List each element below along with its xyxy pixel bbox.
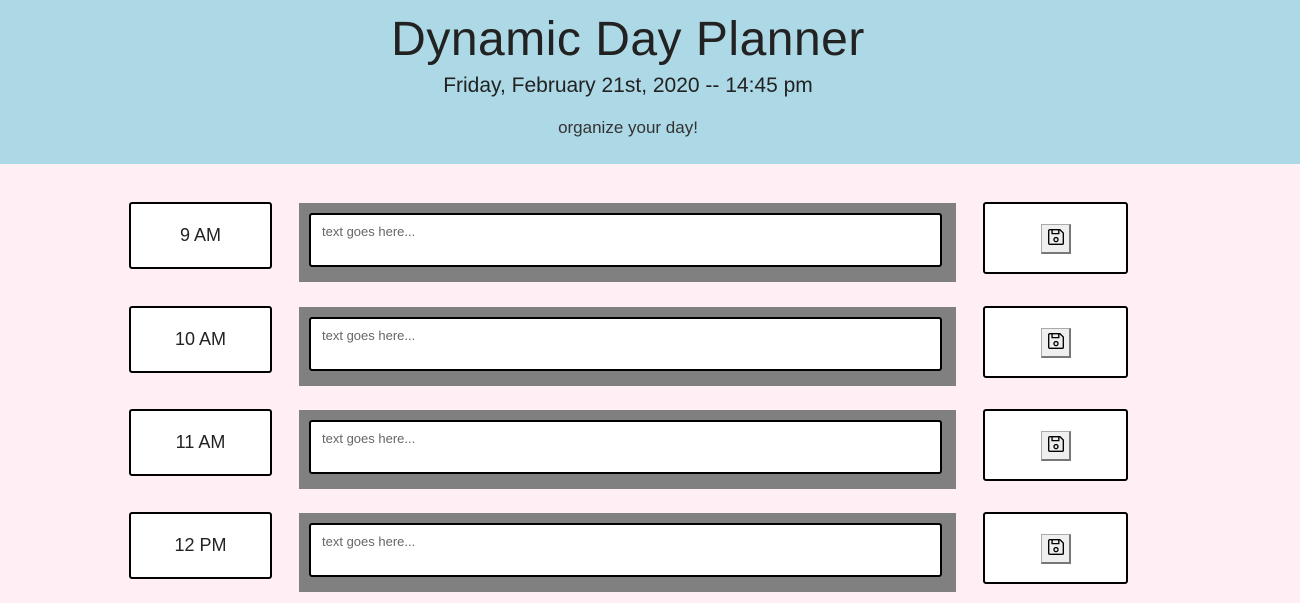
save-container [983,512,1128,584]
time-block-past [299,513,956,592]
floppy-disk-icon [1047,538,1065,559]
floppy-disk-icon [1047,332,1065,353]
time-block-row: 9 AM [0,202,1300,282]
event-textarea[interactable] [309,317,942,371]
save-container [983,409,1128,481]
header-jumbotron: Dynamic Day Planner Friday, February 21s… [0,0,1300,164]
time-block-past [299,203,956,282]
page-lead: organize your day! [558,118,698,137]
save-container [983,306,1128,378]
event-textarea[interactable] [309,420,942,474]
event-textarea[interactable] [309,523,942,577]
event-textarea[interactable] [309,213,942,267]
page-title: Dynamic Day Planner [391,13,865,66]
time-block-past [299,410,956,489]
time-block-row: 10 AM [0,306,1300,386]
hour-label: 9 AM [129,202,272,269]
save-container [983,202,1128,274]
hour-label: 12 PM [129,512,272,579]
time-block-row: 12 PM [0,512,1300,592]
floppy-disk-icon [1047,228,1065,249]
save-button[interactable] [1041,328,1071,358]
save-button[interactable] [1041,534,1071,564]
hour-label: 11 AM [129,409,272,476]
save-button[interactable] [1041,224,1071,254]
hour-label: 10 AM [129,306,272,373]
time-block-row: 11 AM [0,409,1300,489]
time-block-past [299,307,956,386]
current-date: Friday, February 21st, 2020 -- 14:45 pm [443,74,813,97]
floppy-disk-icon [1047,435,1065,456]
save-button[interactable] [1041,431,1071,461]
